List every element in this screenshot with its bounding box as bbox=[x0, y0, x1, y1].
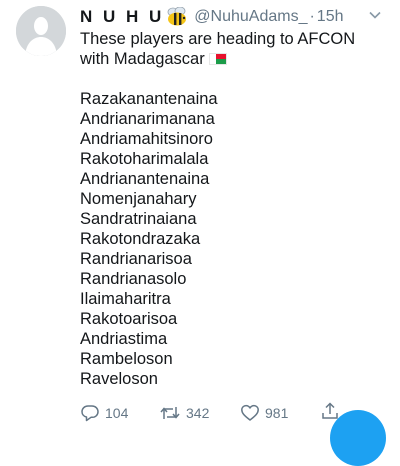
list-item: Ilaimaharitra bbox=[80, 290, 171, 308]
retweet-button[interactable]: 342 bbox=[159, 403, 209, 423]
default-profile-icon bbox=[16, 6, 66, 56]
tweet-text: These players are heading to AFCON with … bbox=[80, 29, 390, 69]
madagascar-flag-icon bbox=[208, 53, 227, 65]
chevron-down-icon[interactable] bbox=[368, 8, 382, 22]
list-item: Andrianarimanana bbox=[80, 110, 215, 128]
timestamp[interactable]: 15h bbox=[317, 8, 344, 26]
list-item: Rakotondrazaka bbox=[80, 230, 201, 248]
reply-icon bbox=[81, 405, 99, 422]
like-count: 981 bbox=[265, 405, 289, 421]
like-button[interactable]: 981 bbox=[240, 403, 288, 423]
player-list: Razakanantenaina Andrianarimanana Andria… bbox=[80, 89, 218, 389]
list-item: Andrianantenaina bbox=[80, 170, 210, 188]
reply-count: 104 bbox=[105, 405, 129, 421]
list-item: Andriamahitsinoro bbox=[80, 130, 213, 148]
list-item: Sandratrinaiana bbox=[80, 210, 197, 228]
reply-button[interactable]: 104 bbox=[80, 403, 128, 423]
separator-dot: · bbox=[309, 8, 315, 25]
list-item: Randrianasolo bbox=[80, 270, 187, 288]
tweet-header: N U H U @NuhuAdams_ · 15h bbox=[80, 6, 388, 28]
tweet-text-line-1: These players are heading to AFCON bbox=[80, 30, 356, 48]
list-item: Rakotoarisoa bbox=[80, 310, 178, 328]
list-item: Razakanantenaina bbox=[80, 90, 218, 108]
avatar[interactable] bbox=[16, 6, 66, 56]
list-item: Raveloson bbox=[80, 370, 158, 388]
list-item: Rakotoharimalala bbox=[80, 150, 209, 168]
retweet-count: 342 bbox=[186, 405, 210, 421]
list-item: Andriastima bbox=[80, 330, 168, 348]
retweet-icon bbox=[160, 407, 180, 419]
compose-tweet-button[interactable] bbox=[330, 410, 386, 466]
tweet-text-line-2: with Madagascar bbox=[80, 50, 205, 68]
list-item: Nomenjanahary bbox=[80, 190, 197, 208]
list-item: Rambeloson bbox=[80, 350, 173, 368]
display-name[interactable]: N U H U bbox=[80, 7, 164, 27]
bee-icon bbox=[166, 6, 188, 27]
user-handle[interactable]: @NuhuAdams_ bbox=[194, 8, 307, 26]
heart-icon bbox=[241, 404, 259, 421]
list-item: Randrianarisoa bbox=[80, 250, 192, 268]
tweet-text-line-2-row: with Madagascar bbox=[80, 49, 390, 69]
